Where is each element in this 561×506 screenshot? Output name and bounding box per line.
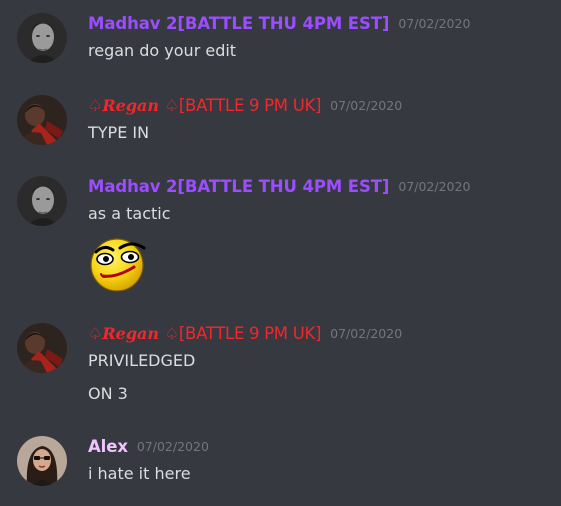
message-header: ♤Regan ♤[BATTLE 9 PM UK] 07/02/2020 <box>88 323 402 345</box>
message-header: ♤Regan ♤[BATTLE 9 PM UK] 07/02/2020 <box>88 95 402 117</box>
timestamp[interactable]: 07/02/2020 <box>398 16 470 31</box>
username[interactable]: Alex <box>88 437 128 456</box>
message-header: Alex 07/02/2020 <box>88 436 209 458</box>
message-text: as a tactic <box>88 204 171 223</box>
username[interactable]: Madhav 2[BATTLE THU 4PM EST] <box>88 14 389 33</box>
timestamp[interactable]: 07/02/2020 <box>330 326 402 341</box>
madhav-avatar[interactable] <box>17 13 67 63</box>
message-text: TYPE IN <box>88 123 150 142</box>
message-header: Madhav 2[BATTLE THU 4PM EST] 07/02/2020 <box>88 176 470 198</box>
message-text: PRIVILEDGED <box>88 351 196 370</box>
message-header: Madhav 2[BATTLE THU 4PM EST] 07/02/2020 <box>88 13 470 35</box>
username-prefix: ♤Regan ♤ <box>88 324 179 343</box>
message-text: i hate it here <box>88 464 191 483</box>
smirk-emoji[interactable] <box>86 234 150 292</box>
alex-avatar[interactable] <box>17 436 67 486</box>
timestamp[interactable]: 07/02/2020 <box>137 439 209 454</box>
timestamp[interactable]: 07/02/2020 <box>330 98 402 113</box>
timestamp[interactable]: 07/02/2020 <box>398 179 470 194</box>
regan-avatar[interactable] <box>17 323 67 373</box>
madhav-avatar[interactable] <box>17 176 67 226</box>
username[interactable]: ♤Regan ♤[BATTLE 9 PM UK] <box>88 324 321 343</box>
username[interactable]: Madhav 2[BATTLE THU 4PM EST] <box>88 177 389 196</box>
username[interactable]: ♤Regan ♤[BATTLE 9 PM UK] <box>88 96 321 115</box>
regan-avatar[interactable] <box>17 95 67 145</box>
message-text: ON 3 <box>88 384 128 403</box>
username-prefix: ♤Regan ♤ <box>88 96 179 115</box>
message-text: regan do your edit <box>88 41 237 60</box>
username-suffix: [BATTLE 9 PM UK] <box>178 324 322 343</box>
username-suffix: [BATTLE 9 PM UK] <box>178 96 322 115</box>
